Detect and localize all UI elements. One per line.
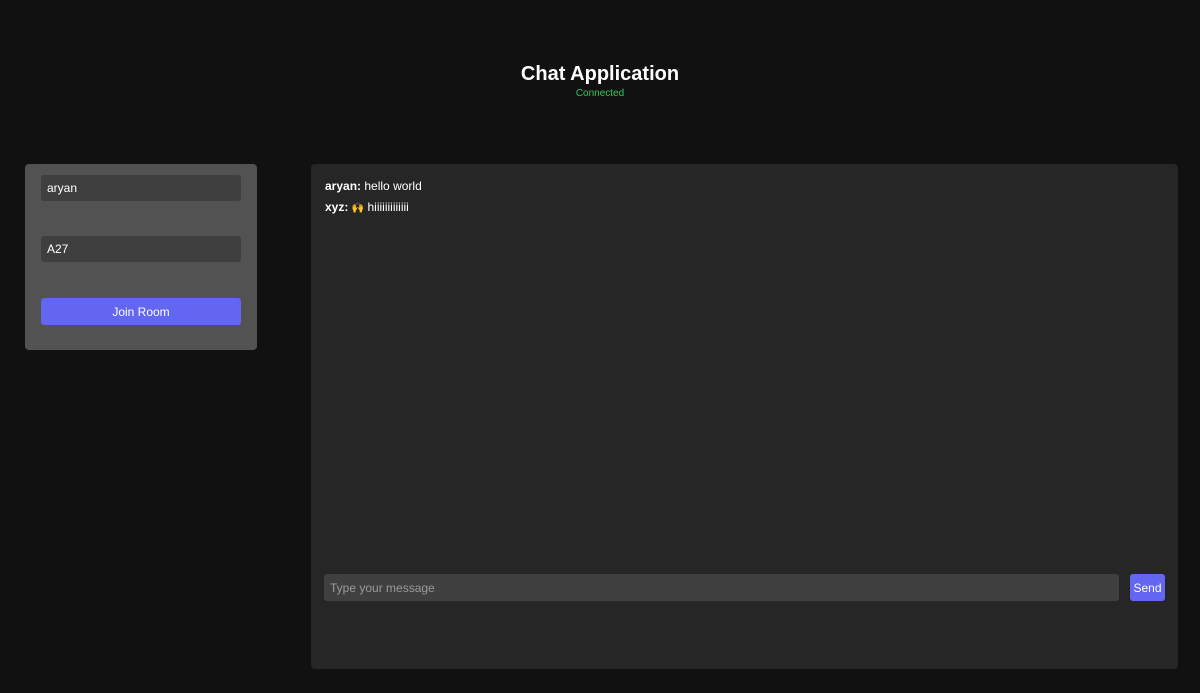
room-id-input[interactable]: [41, 236, 241, 262]
message-text: hello world: [364, 179, 422, 193]
chat-panel: aryan: hello world xyz: 🙌 hiiiiiiiiiiiii…: [311, 164, 1178, 669]
chat-app-page: Chat Application Connected Join Room ary…: [0, 0, 1200, 693]
raised-hands-icon: 🙌: [351, 203, 365, 214]
message-list: aryan: hello world xyz: 🙌 hiiiiiiiiiiiii: [325, 178, 1165, 222]
app-header: Chat Application Connected: [0, 60, 1200, 100]
message-text: hiiiiiiiiiiiii: [367, 200, 409, 214]
message-sender: xyz:: [325, 200, 349, 214]
message-input[interactable]: [324, 574, 1119, 601]
send-button[interactable]: Send: [1130, 574, 1165, 601]
join-room-button[interactable]: Join Room: [41, 298, 241, 325]
join-room-panel: Join Room: [25, 164, 257, 350]
message-sender: aryan:: [325, 179, 362, 193]
username-input[interactable]: [41, 175, 241, 201]
connection-status: Connected: [575, 88, 625, 99]
message-item: aryan: hello world: [325, 178, 1165, 194]
page-title: Chat Application: [520, 63, 680, 85]
message-item: xyz: 🙌 hiiiiiiiiiiiii: [325, 199, 1165, 217]
